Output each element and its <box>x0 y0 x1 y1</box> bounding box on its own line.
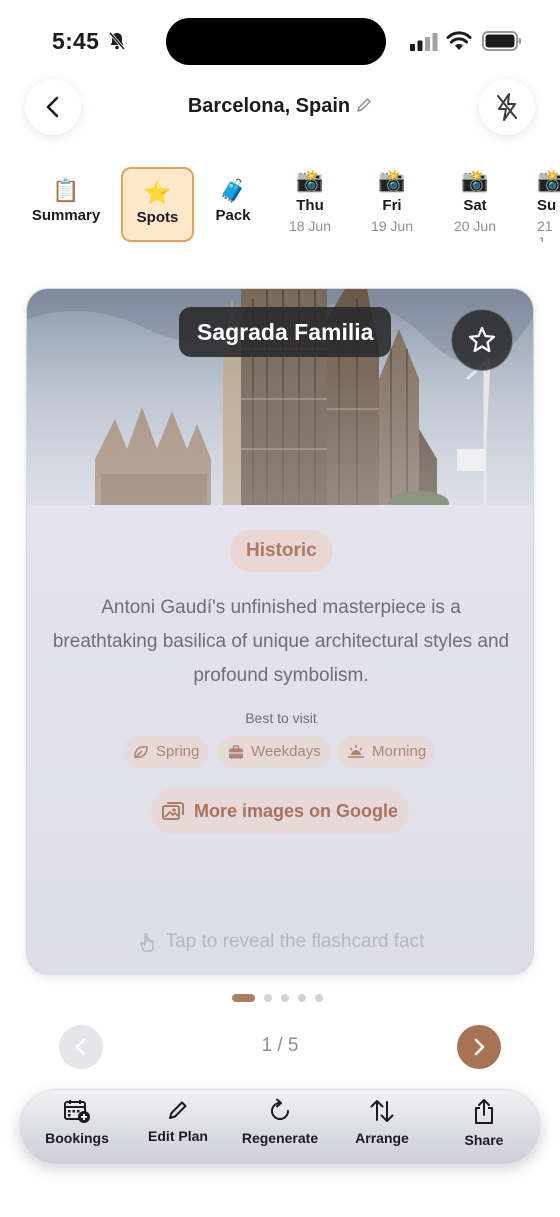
tool-label: Edit Plan <box>148 1128 208 1144</box>
tab-label: Pack <box>215 207 251 224</box>
edit-plan-button[interactable]: Edit Plan <box>128 1098 228 1144</box>
chevron-right-icon <box>474 1038 485 1056</box>
tab-label: Su <box>537 197 557 214</box>
pencil-icon <box>169 1101 187 1119</box>
tab-label: Spots <box>136 209 179 226</box>
camera-icon: 📸 <box>296 168 324 193</box>
more-images-google-button[interactable]: More images on Google <box>151 788 409 834</box>
battery-icon <box>482 31 521 51</box>
refresh-icon <box>271 1098 289 1120</box>
tab-day-fri[interactable]: 📸 Fri 19 Jun <box>362 167 422 242</box>
best-time-chip: Spring <box>123 736 210 768</box>
next-spot-button[interactable] <box>457 1025 501 1069</box>
wifi-icon <box>446 31 472 50</box>
tab-date: 21 J <box>537 218 553 242</box>
tab-day-sat[interactable]: 📸 Sat 20 Jun <box>445 167 505 242</box>
camera-icon: 📸 <box>461 168 489 193</box>
tab-label: Fri <box>382 197 402 214</box>
tab-spots[interactable]: ⭐ Spots <box>121 167 194 242</box>
category-badge: Historic <box>230 530 333 572</box>
star-outline-icon <box>468 326 496 353</box>
trip-title[interactable]: Barcelona, Spain <box>0 95 560 118</box>
tool-label: Share <box>464 1132 504 1148</box>
spot-title: Sagrada Familia <box>179 307 392 357</box>
leaf-icon <box>134 746 148 759</box>
dynamic-island <box>166 18 386 65</box>
tab-pack[interactable]: 🧳 Pack <box>206 167 260 242</box>
tab-label: Thu <box>296 197 324 214</box>
page-dot <box>298 994 306 1002</box>
reveal-hint-text: Tap to reveal the flashcard fact <box>165 931 425 952</box>
flashcard-reveal-hint[interactable]: Tap to reveal the flashcard fact <box>27 931 533 953</box>
calendar-plus-icon <box>64 1100 90 1123</box>
camera-icon: 📸 <box>378 168 406 193</box>
status-bar: 5:45 <box>0 0 560 84</box>
tab-date: 20 Jun <box>453 218 497 234</box>
photos-icon <box>162 802 184 820</box>
trip-title-text: Barcelona, Spain <box>187 95 351 117</box>
best-time-chip: Morning <box>337 736 437 768</box>
chip-label: Morning <box>372 743 427 760</box>
tool-label: Arrange <box>355 1130 409 1146</box>
tab-date: 18 Jun <box>288 218 332 234</box>
regenerate-button[interactable]: Regenerate <box>230 1098 330 1146</box>
star-icon: ⭐ <box>143 180 172 205</box>
favorite-button[interactable] <box>451 309 513 371</box>
arrange-button[interactable]: Arrange <box>332 1098 432 1146</box>
page-dot <box>281 994 289 1002</box>
pencil-icon <box>357 98 371 112</box>
page-indicator <box>232 993 332 1003</box>
luggage-icon: 🧳 <box>219 178 247 203</box>
camera-icon: 📸 <box>537 168 560 193</box>
share-icon <box>475 1099 493 1124</box>
tool-label: Regenerate <box>241 1130 319 1146</box>
bookings-button[interactable]: Bookings <box>27 1098 127 1146</box>
page-dot <box>315 994 323 1002</box>
screen: 5:45 Barcelona, Spain 📋 Summary ⭐ Spots … <box>0 0 560 1217</box>
tab-date: 19 Jun <box>370 218 414 234</box>
spot-description: Antoni Gaudí's unfinished masterpiece is… <box>52 597 510 686</box>
spot-card[interactable]: Sagrada Familia Historic Antoni Gaudí's … <box>26 288 534 975</box>
bottom-toolbar: Bookings Edit Plan Regenerate Arrange Sh… <box>19 1089 541 1165</box>
tab-summary[interactable]: 📋 Summary <box>30 167 102 242</box>
tab-day-thu[interactable]: 📸 Thu 18 Jun <box>280 167 340 242</box>
cellular-signal-icon <box>410 33 438 51</box>
page-dot <box>264 994 272 1002</box>
chip-label: Weekdays <box>251 743 321 760</box>
bell-slash-icon <box>108 32 126 50</box>
best-time-chip: Weekdays <box>218 736 331 768</box>
flash-off-button[interactable] <box>479 79 535 135</box>
tab-label: Summary <box>31 207 101 224</box>
clipboard-icon: 📋 <box>52 178 80 203</box>
arrows-up-down-icon <box>370 1100 394 1122</box>
chip-label: Spring <box>156 743 200 760</box>
tab-label: Sat <box>463 197 487 214</box>
tap-hand-icon <box>139 933 154 952</box>
page-dot-active <box>232 994 255 1002</box>
briefcase-icon <box>229 745 243 759</box>
best-to-visit-label: Best to visit <box>245 710 317 726</box>
google-button-label: More images on Google <box>193 800 399 821</box>
status-time: 5:45 <box>52 28 100 54</box>
share-button[interactable]: Share <box>434 1098 534 1148</box>
tab-day-sun[interactable]: 📸 Su 21 J <box>537 167 560 242</box>
bolt-slash-icon <box>497 93 517 121</box>
day-tabs: 📋 Summary ⭐ Spots 🧳 Pack 📸 Thu 18 Jun 📸 … <box>0 167 560 247</box>
tool-label: Bookings <box>45 1130 109 1146</box>
sunrise-icon <box>348 745 364 758</box>
